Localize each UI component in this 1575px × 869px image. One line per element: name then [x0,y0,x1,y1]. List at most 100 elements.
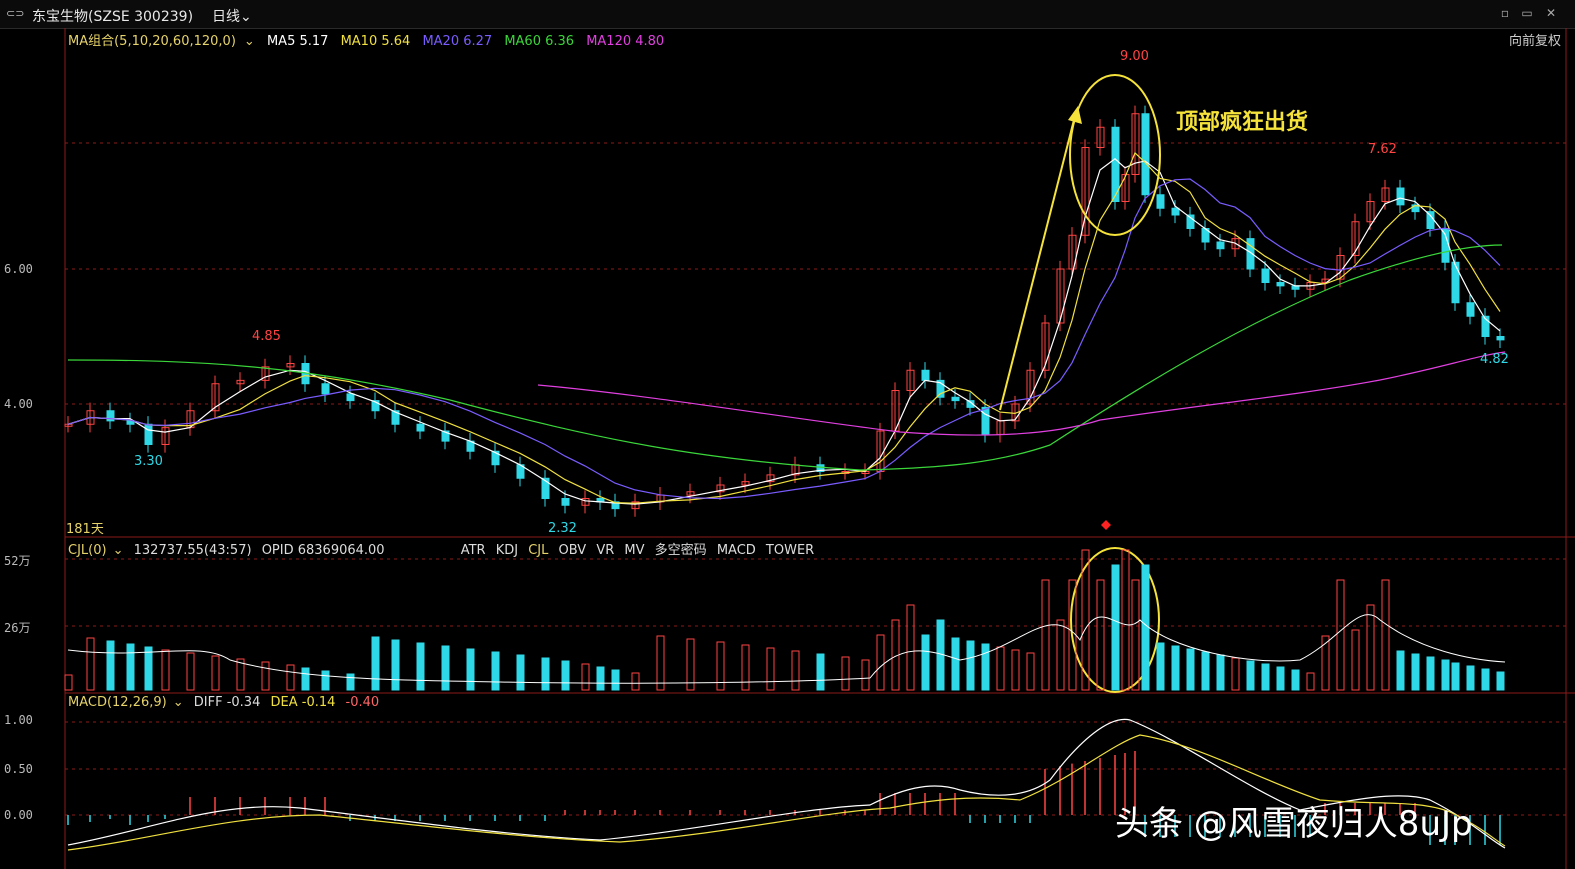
candle-body [321,383,330,395]
candle-body [1441,228,1450,263]
volume-bar [1026,652,1035,691]
volume-bar [841,656,850,691]
volume-bar [186,652,195,691]
volume-bar [441,645,450,691]
macd-title[interactable]: MACD(12,26,9) ⌄ [68,695,184,710]
volume-bar [561,660,570,691]
ma5-line [67,158,1501,505]
price-high3-label: 4.85 [252,329,281,344]
volume-bar [1186,648,1195,691]
volume-bar [371,636,380,691]
volume-bar [766,647,775,691]
candle-body [1261,268,1270,283]
tab-mv[interactable]: MV [624,543,644,558]
tab-obv[interactable]: OBV [559,543,587,558]
volume-bar [1336,579,1345,691]
volume-title-text: CJL(0) [68,543,107,558]
volume-bar [1291,669,1300,691]
volume-bar [126,643,135,691]
price-low1-label: 3.30 [134,454,163,469]
volume-bar [596,666,605,691]
price-low2-label: 2.32 [548,521,577,536]
volume-bar [1451,662,1460,691]
price-high-label: 9.00 [1120,49,1149,64]
volume-bar [1496,671,1505,691]
volume-bar [876,634,885,691]
tab-vr[interactable]: VR [596,543,614,558]
volume-bar [516,654,525,691]
annotation-arrow [999,111,1077,411]
volume-bar [301,667,310,691]
volume-bar [1141,564,1150,691]
volume-bar [1396,650,1405,691]
macd-title-text: MACD(12,26,9) [68,695,167,710]
days-count: 181天 [66,522,104,537]
tab-duokong[interactable]: 多空密码 [655,543,707,558]
candle-body [921,369,930,381]
volume-ma-line [67,614,1506,684]
price-last-label: 4.82 [1480,352,1509,367]
tab-kdj[interactable]: KDJ [496,543,518,558]
macd-header: MACD(12,26,9) ⌄ DIFF -0.34 DEA -0.14 -0.4… [68,695,385,713]
tab-atr[interactable]: ATR [461,543,486,558]
volume-bar [261,661,270,691]
volume-bar [861,659,870,691]
volume-bar [1231,657,1240,691]
volume-bar [921,634,930,691]
volume-bar [581,663,590,691]
macd-axis-05: 0.50 [4,762,33,776]
candle-body [1171,207,1180,216]
macd-diff: DIFF -0.34 [193,695,261,710]
candle-body [1396,187,1405,206]
volume-bar [791,650,800,691]
volume-bar [1111,564,1120,691]
volume-bar [966,640,975,691]
candle-body [1156,194,1165,209]
volume-bar [1171,645,1180,691]
volume-bar [541,657,550,691]
volume-bar [491,651,500,691]
volume-bar [64,674,73,691]
volume-values: 132737.55(43:57) [133,543,252,558]
candle-body [144,423,153,445]
candle-body [1276,282,1285,287]
candle-body [981,406,990,435]
candle-body [561,498,570,506]
tab-cjl[interactable]: CJL [528,543,548,558]
volume-bar [816,653,825,691]
volume-bar [631,672,640,691]
stock-chart[interactable] [0,0,1575,869]
volume-bar [161,649,170,691]
volume-bar [1261,663,1270,691]
volume-bar [1041,579,1050,691]
ma10-line [67,151,1501,504]
volume-bar [286,664,295,691]
volume-bar [346,673,355,691]
volume-header: CJL(0) ⌄ 132737.55(43:57) OPID 68369064.0… [68,539,820,558]
candle-body [951,396,960,402]
tab-tower[interactable]: TOWER [766,543,814,558]
volume-bar [416,642,425,691]
volume-bar [656,635,665,691]
candle-body [1466,302,1475,317]
volume-bar [686,638,695,691]
volume-bar [1011,649,1020,691]
volume-title[interactable]: CJL(0) ⌄ [68,543,123,558]
tab-macd[interactable]: MACD [717,543,756,558]
candle-body [1141,113,1150,196]
candle-body [1451,261,1460,304]
volume-bar [1481,668,1490,691]
volume-bar [1381,579,1390,691]
volume-bar [211,655,220,691]
price-axis-label-4: 4.00 [4,397,33,411]
volume-opid: OPID 68369064.00 [261,543,385,558]
watermark: 头条 @风雪夜归人8uJp [1115,804,1473,844]
volume-bar [1246,660,1255,691]
ma120-line [537,351,1506,436]
macd-value: -0.40 [345,695,380,710]
candle-body [1426,211,1435,229]
volume-bar [1121,549,1130,691]
candle-body [1496,336,1505,341]
volume-bar [1411,653,1420,691]
ma20-line [67,178,1501,500]
